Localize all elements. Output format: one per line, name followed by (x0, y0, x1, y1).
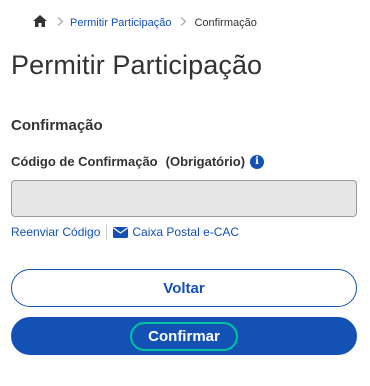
code-field-label: Código de Confirmação (Obrigatório) i (11, 154, 265, 169)
mailbox-link[interactable]: Caixa Postal e-CAC (113, 225, 239, 239)
confirm-button-label: Confirmar (130, 321, 238, 351)
breadcrumb-current: Confirmação (194, 16, 257, 29)
code-label-text: Código de Confirmação (11, 154, 158, 169)
breadcrumb-link-permitir-participacao[interactable]: Permitir Participação (70, 17, 171, 29)
envelope-icon (113, 226, 129, 238)
confirmation-code-input[interactable] (11, 180, 357, 217)
chevron-right-icon (171, 16, 194, 29)
back-button-label: Voltar (163, 279, 205, 297)
section-title: Confirmação (11, 117, 103, 134)
back-button[interactable]: Voltar (11, 269, 357, 307)
resend-code-link[interactable]: Reenviar Código (11, 225, 100, 239)
info-icon[interactable]: i (250, 154, 265, 169)
required-indicator: (Obrigatório) (165, 154, 246, 169)
link-divider (106, 224, 108, 240)
breadcrumb: Permitir Participação Confirmação (33, 15, 257, 30)
helper-links: Reenviar Código Caixa Postal e-CAC (11, 224, 239, 240)
confirm-button[interactable]: Confirmar (11, 317, 357, 355)
mailbox-link-label: Caixa Postal e-CAC (132, 225, 240, 239)
home-icon[interactable] (33, 15, 47, 30)
page-title: Permitir Participação (11, 50, 263, 80)
chevron-right-icon (47, 16, 70, 29)
